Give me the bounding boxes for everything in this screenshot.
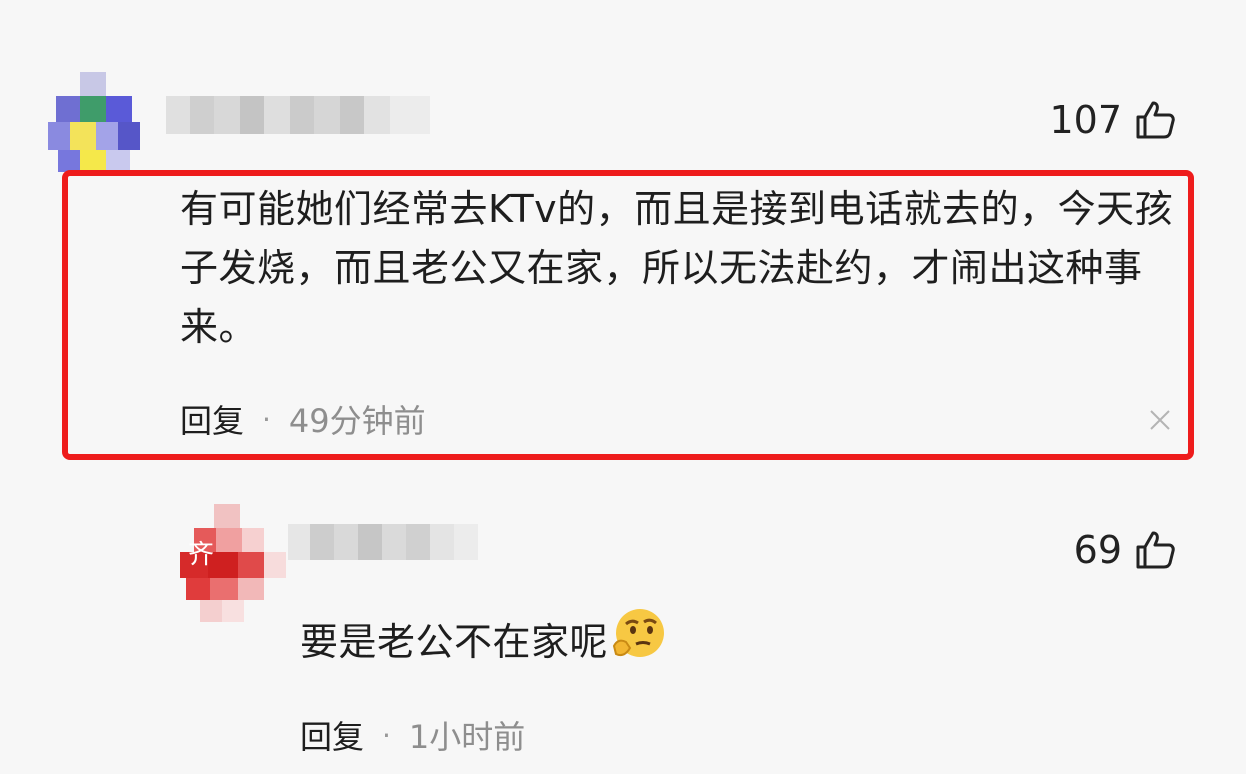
avatar[interactable] xyxy=(48,72,144,182)
comment-text: 有可能她们经常去KTv的，而且是接到电话就去的，今天孩子发烧，而且老公又在家，所… xyxy=(180,187,1174,349)
thumbs-up-icon[interactable] xyxy=(1134,529,1176,571)
avatar-glyph: 齐 xyxy=(188,540,215,570)
reply-button[interactable]: 回复 xyxy=(300,712,364,758)
username-blurred[interactable] xyxy=(166,96,430,144)
timestamp: 1小时前 xyxy=(408,718,526,756)
avatar[interactable]: 齐 xyxy=(180,504,288,622)
like-control[interactable]: 69 xyxy=(1074,528,1176,572)
reply-button[interactable]: 回复 xyxy=(180,396,244,442)
meta-separator: · xyxy=(262,402,271,436)
comment-text: 要是老公不在家呢 xyxy=(300,606,666,679)
timestamp: 49分钟前 xyxy=(288,402,426,440)
comment-text-body: 要是老公不在家呢 xyxy=(300,620,609,664)
like-count: 107 xyxy=(1049,98,1122,142)
comment-meta: 回复 · 49分钟前 xyxy=(180,396,426,442)
close-icon[interactable] xyxy=(1148,408,1172,436)
like-count: 69 xyxy=(1073,528,1122,572)
like-control[interactable]: 107 xyxy=(1049,98,1176,142)
comment-meta: 回复 · 1小时前 xyxy=(300,712,525,758)
username-blurred[interactable] xyxy=(288,524,478,568)
thumbs-up-icon[interactable] xyxy=(1134,99,1176,141)
thinking-face-emoji xyxy=(610,606,666,679)
meta-separator: · xyxy=(382,718,391,752)
